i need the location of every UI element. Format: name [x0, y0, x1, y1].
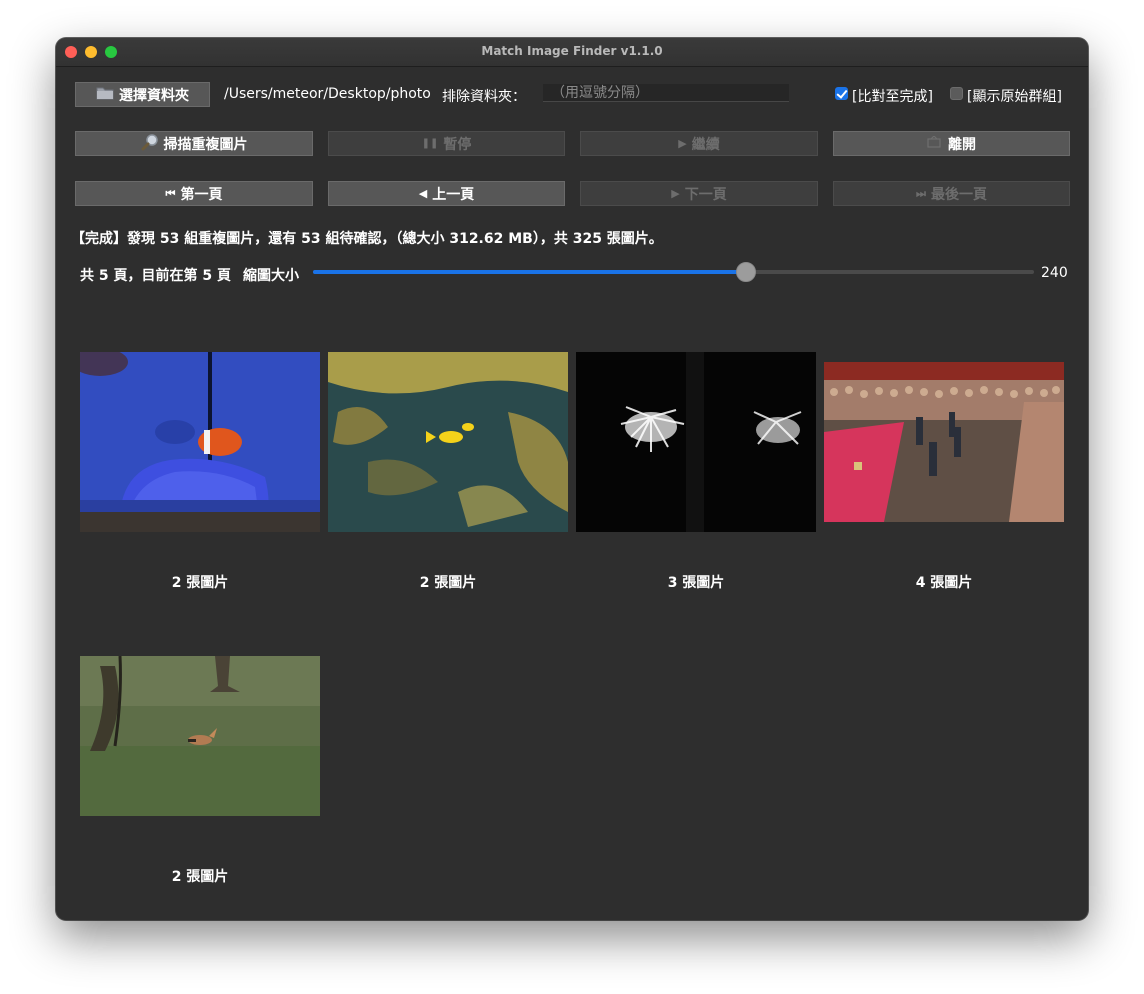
- thumb-size-slider[interactable]: [313, 262, 1034, 282]
- scan-duplicates-button[interactable]: 掃描重複圖片: [75, 131, 313, 156]
- exclude-folders-input[interactable]: [543, 84, 789, 102]
- last-page-label: 最後一頁: [930, 186, 987, 203]
- group-thumbnail-5[interactable]: [80, 656, 320, 816]
- first-page-label: 第一頁: [180, 186, 223, 203]
- folder-path: /Users/meteor/Desktop/photo: [224, 86, 431, 102]
- group-thumbnail-2[interactable]: [328, 352, 568, 532]
- thumb-size-label: 縮圖大小: [243, 268, 299, 284]
- magnifier-icon: [141, 133, 159, 155]
- status-message: 【完成】發現 53 組重複圖片，還有 53 組待確認，（總大小 312.62 M…: [71, 231, 663, 247]
- exit-button[interactable]: 離開: [833, 131, 1070, 156]
- exit-icon: [927, 134, 943, 152]
- group-caption-2: 2 張圖片: [419, 575, 477, 591]
- page-info: 共 5 頁，目前在第 5 頁: [80, 268, 231, 284]
- next-page-button[interactable]: ▶ 下一頁: [580, 181, 818, 206]
- show-original-groups-checkbox[interactable]: [950, 87, 963, 100]
- ceremony-image: [824, 362, 1064, 522]
- slider-fill: [313, 270, 746, 274]
- resume-button[interactable]: ▶ 繼續: [580, 131, 818, 156]
- slider-handle[interactable]: [735, 262, 756, 282]
- group-thumbnail-3[interactable]: [576, 352, 816, 532]
- group-caption-4: 4 張圖片: [915, 575, 973, 591]
- fireworks-image: [576, 352, 816, 532]
- exit-label: 離開: [948, 136, 976, 153]
- group-thumbnail-4[interactable]: [824, 362, 1064, 522]
- exclude-label: 排除資料夾：: [442, 89, 526, 105]
- group-caption-1: 2 張圖片: [171, 575, 229, 591]
- triangle-left-icon: ◀: [418, 187, 428, 200]
- play-icon: ▶: [678, 137, 687, 150]
- skip-first-icon: ⏮: [165, 186, 176, 200]
- app-window: Match Image Finder v1.1.0 選擇資料夾 /Users/m…: [56, 38, 1088, 920]
- compare-to-end-checkbox[interactable]: [835, 87, 848, 100]
- reef-fish-image: [328, 352, 568, 532]
- select-folder-label: 選擇資料夾: [119, 87, 189, 104]
- folder-icon: [96, 85, 114, 104]
- hoopoe-image: [80, 656, 320, 816]
- group-caption-5: 2 張圖片: [171, 869, 229, 885]
- previous-page-button[interactable]: ◀ 上一頁: [328, 181, 565, 206]
- compare-to-end-label: [比對至完成]: [852, 89, 933, 105]
- title-bar: Match Image Finder v1.1.0: [56, 38, 1088, 67]
- last-page-button[interactable]: ⏭ 最後一頁: [833, 181, 1070, 206]
- show-original-groups-label: [顯示原始群組]: [967, 89, 1062, 105]
- resume-label: 繼續: [691, 136, 720, 153]
- skip-last-icon: ⏭: [916, 186, 926, 200]
- scan-label: 掃描重複圖片: [163, 136, 248, 153]
- pause-label: 暫停: [443, 136, 472, 153]
- pause-icon: ❚❚: [421, 138, 439, 149]
- pause-button[interactable]: ❚❚ 暫停: [328, 131, 565, 156]
- group-caption-3: 3 張圖片: [667, 575, 725, 591]
- select-folder-button[interactable]: 選擇資料夾: [75, 82, 210, 107]
- window-title: Match Image Finder v1.1.0: [481, 44, 663, 58]
- previous-page-label: 上一頁: [432, 186, 475, 203]
- group-thumbnail-1[interactable]: [80, 352, 320, 532]
- next-page-label: 下一頁: [684, 186, 727, 203]
- thumb-size-value: 240: [1041, 265, 1068, 281]
- triangle-right-icon: ▶: [671, 187, 680, 200]
- first-page-button[interactable]: ⏮ 第一頁: [75, 181, 313, 206]
- clownfish-image: [80, 352, 320, 532]
